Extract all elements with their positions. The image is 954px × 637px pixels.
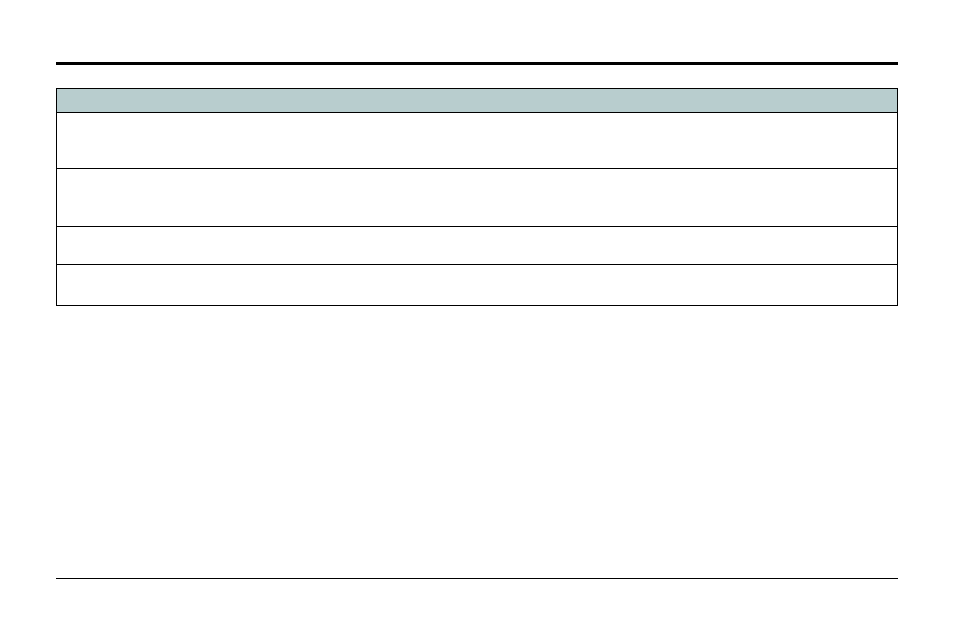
table-row [57,113,897,169]
table-row [57,169,897,227]
table [56,88,898,306]
table-header-row [57,89,897,113]
table-row [57,265,897,305]
table-row [57,227,897,265]
top-rule [56,62,898,65]
page [0,0,954,637]
bottom-rule [56,578,898,579]
